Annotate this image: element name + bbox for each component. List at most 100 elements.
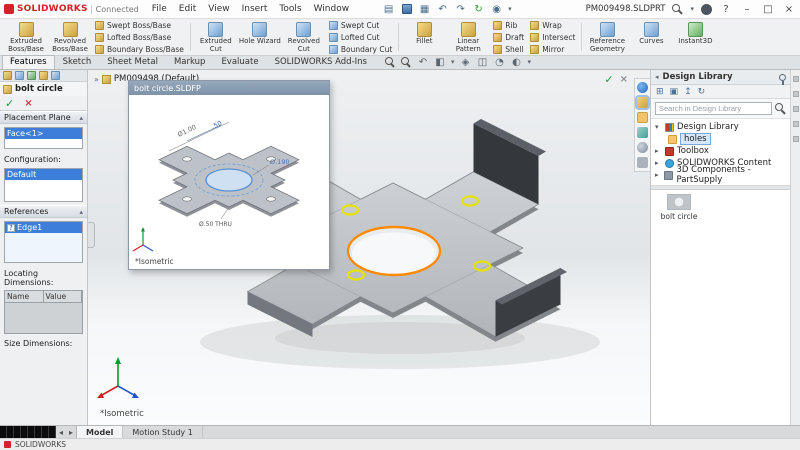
rebuild-icon[interactable]: ↻ xyxy=(472,3,485,16)
tab-sketch[interactable]: Sketch xyxy=(55,55,100,69)
expanded-caret-icon[interactable]: ▾ xyxy=(655,123,662,131)
collapsed-caret-icon[interactable]: ▸ xyxy=(655,171,661,179)
side-tool-icon[interactable] xyxy=(793,91,799,97)
dim-spacing[interactable]: .50 xyxy=(210,119,223,131)
side-tool-icon[interactable] xyxy=(793,106,799,112)
lofted-cut-button[interactable]: Lofted Cut xyxy=(329,32,392,42)
add-file-location-icon[interactable]: ▣ xyxy=(670,87,679,97)
view-palette-icon[interactable] xyxy=(637,127,648,138)
collapsed-caret-icon[interactable]: ▸ xyxy=(655,159,662,167)
collapse-section-icon[interactable]: ▴ xyxy=(79,114,83,122)
revolved-boss-base-button[interactable]: Revolved Boss/Base xyxy=(48,20,92,54)
menu-tools[interactable]: Tools xyxy=(274,4,306,14)
pin-icon[interactable] xyxy=(779,74,786,81)
menu-window[interactable]: Window xyxy=(309,4,355,14)
tab-scroll-left-icon[interactable]: ◂ xyxy=(56,426,66,438)
dimxpertmanager-tab-icon[interactable] xyxy=(39,71,48,80)
side-tool-icon[interactable] xyxy=(793,136,799,142)
extruded-cut-button[interactable]: Extruded Cut xyxy=(194,20,238,54)
feature-preview-window[interactable]: bolt circle.SLDFP xyxy=(128,80,330,270)
redo-icon[interactable]: ↷ xyxy=(454,3,467,16)
add-to-library-icon[interactable]: ⊞ xyxy=(656,87,664,97)
placement-plane-selection-box[interactable]: Face<1> xyxy=(4,127,83,149)
featuremanager-tree-tab-icon[interactable] xyxy=(3,71,12,80)
tab-sheet-metal[interactable]: Sheet Metal xyxy=(99,55,166,69)
tab-evaluate[interactable]: Evaluate xyxy=(213,55,266,69)
library-item-bolt-circle[interactable]: bolt circle xyxy=(655,194,703,221)
references-header[interactable]: References ▴ xyxy=(0,205,87,218)
appearances-icon[interactable] xyxy=(637,142,648,153)
selected-edge-row[interactable]: ? Edge1 xyxy=(5,222,82,233)
view-orientation-icon[interactable]: ◈ xyxy=(460,56,472,68)
placement-plane-header[interactable]: Placement Plane ▴ xyxy=(0,111,87,124)
hole-wizard-button[interactable]: Hole Wizard xyxy=(238,20,282,54)
search-icon[interactable] xyxy=(672,4,683,15)
side-tool-icon[interactable] xyxy=(793,76,799,82)
up-one-level-icon[interactable]: ↥ xyxy=(684,87,692,97)
help-icon[interactable]: ? xyxy=(719,2,733,16)
tree-item-3d-components[interactable]: ▸ 3D Components - PartSupply xyxy=(651,169,790,181)
preview-window-titlebar[interactable]: bolt circle.SLDFP xyxy=(129,81,329,95)
locating-dimensions-table[interactable]: Name Value xyxy=(4,290,83,334)
tree-label-selected[interactable]: holes xyxy=(680,133,711,145)
section-view-icon[interactable]: ◧ xyxy=(434,56,446,68)
side-tool-icon[interactable] xyxy=(793,121,799,127)
cancel-x-icon[interactable]: × xyxy=(24,98,32,109)
menu-insert[interactable]: Insert xyxy=(237,4,273,14)
fillet-button[interactable]: Fillet xyxy=(402,20,446,54)
search-input[interactable] xyxy=(655,102,772,115)
graphics-viewport[interactable]: » PM009498 (Default) ✓ × bolt circle.SLD… xyxy=(88,70,650,425)
print-icon[interactable]: ▦ xyxy=(418,3,431,16)
view-settings-dropdown-icon[interactable]: ▾ xyxy=(528,58,532,66)
zoom-fit-icon[interactable] xyxy=(385,57,396,68)
rib-button[interactable]: Rib xyxy=(493,20,524,30)
confirm-cancel-icon[interactable]: × xyxy=(620,74,628,85)
close-icon[interactable]: × xyxy=(782,2,796,16)
revolved-cut-button[interactable]: Revolved Cut xyxy=(282,20,326,54)
propertymanager-tab-icon[interactable] xyxy=(15,71,24,80)
custom-properties-icon[interactable] xyxy=(637,157,648,168)
tab-motion-study-1[interactable]: Motion Study 1 xyxy=(123,426,202,438)
menu-file[interactable]: File xyxy=(147,4,172,14)
user-avatar[interactable] xyxy=(701,4,712,15)
previous-view-icon[interactable]: ↶ xyxy=(417,56,429,68)
collapse-section-icon[interactable]: ▴ xyxy=(79,208,83,216)
tab-scroll-right-icon[interactable]: ▸ xyxy=(66,426,76,438)
edit-appearance-icon[interactable]: ◐ xyxy=(511,56,523,68)
intersect-button[interactable]: Intersect xyxy=(530,32,575,42)
view-orientation-dropdown-icon[interactable]: ▾ xyxy=(451,58,455,66)
tree-item-holes[interactable]: holes xyxy=(651,133,790,145)
tab-model[interactable]: Model xyxy=(76,426,123,438)
wrap-button[interactable]: Wrap xyxy=(530,20,575,30)
displaymanager-tab-icon[interactable] xyxy=(51,71,60,80)
selected-configuration-row[interactable]: Default xyxy=(5,169,82,180)
save-icon[interactable] xyxy=(400,3,413,16)
search-dropdown-icon[interactable]: ▾ xyxy=(690,5,694,13)
confirm-ok-icon[interactable]: ✓ xyxy=(604,73,613,86)
flyout-expand-icon[interactable]: » xyxy=(94,75,99,84)
configurationmanager-tab-icon[interactable] xyxy=(27,71,36,80)
linear-pattern-button[interactable]: Linear Pattern xyxy=(446,20,490,54)
draft-button[interactable]: Draft xyxy=(493,32,524,42)
instant3d-button[interactable]: Instant3D xyxy=(673,20,717,54)
extruded-boss-base-button[interactable]: Extruded Boss/Base xyxy=(4,20,48,54)
design-library-icon[interactable] xyxy=(637,97,648,108)
tab-solidworks-add-ins[interactable]: SOLIDWORKS Add-Ins xyxy=(267,55,375,69)
tree-item-toolbox[interactable]: ▸ Toolbox xyxy=(651,145,790,157)
panel-flyout-handle[interactable] xyxy=(88,222,95,248)
undo-icon[interactable]: ↶ xyxy=(436,3,449,16)
open-icon[interactable]: ▤ xyxy=(382,3,395,16)
menu-view[interactable]: View xyxy=(203,4,234,14)
dim-thru[interactable]: Ø.50 THRU xyxy=(199,221,232,228)
maximize-icon[interactable]: □ xyxy=(761,2,775,16)
ok-check-icon[interactable]: ✓ xyxy=(5,97,14,110)
tab-features[interactable]: Features xyxy=(2,55,55,69)
hide-show-items-icon[interactable]: ◔ xyxy=(494,56,506,68)
collapsed-caret-icon[interactable]: ▸ xyxy=(655,147,662,155)
dim-hole-size[interactable]: Ø.190 xyxy=(270,158,290,166)
zoom-area-icon[interactable] xyxy=(401,57,412,68)
mirror-button[interactable]: Mirror xyxy=(530,44,575,54)
configuration-listbox[interactable]: Default xyxy=(4,168,83,202)
shell-button[interactable]: Shell xyxy=(493,44,524,54)
tree-item-design-library[interactable]: ▾ Design Library xyxy=(651,121,790,133)
